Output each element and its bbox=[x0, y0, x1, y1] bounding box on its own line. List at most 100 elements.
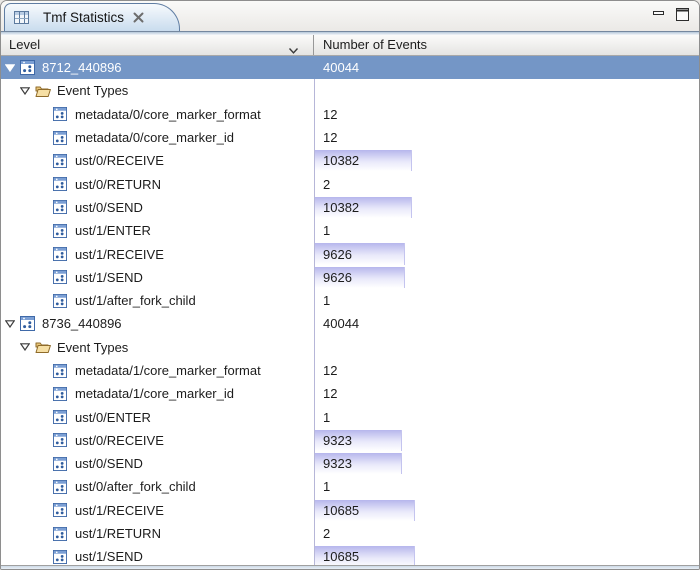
tree-row[interactable]: 8736_440896 40044 bbox=[1, 312, 699, 335]
minimize-view-button[interactable] bbox=[651, 7, 667, 23]
row-label: ust/1/RETURN bbox=[75, 526, 161, 541]
tree-row[interactable]: ust/0/SEND9323 bbox=[1, 452, 699, 475]
tree-row[interactable]: ust/1/RECEIVE 9626 bbox=[1, 242, 699, 265]
row-label: ust/1/SEND bbox=[75, 549, 143, 564]
level-cell: ust/1/RETURN bbox=[1, 522, 314, 545]
level-cell: Event Types bbox=[1, 336, 314, 359]
row-value: 10685 bbox=[315, 503, 359, 518]
row-label: ust/1/RECEIVE bbox=[75, 503, 164, 518]
folder-open-icon bbox=[35, 340, 51, 355]
event-type-icon bbox=[53, 270, 69, 285]
level-cell: ust/0/RETURN bbox=[1, 172, 314, 195]
row-value: 10382 bbox=[315, 200, 359, 215]
tree-indent bbox=[1, 254, 38, 255]
row-value: 1 bbox=[315, 410, 330, 425]
tree-row[interactable]: ust/1/ENTER1 bbox=[1, 219, 699, 242]
tree-row[interactable]: ust/1/RETURN 2 bbox=[1, 522, 699, 545]
value-cell: 40044 bbox=[314, 56, 699, 79]
row-label: ust/1/RECEIVE bbox=[75, 247, 164, 262]
tree-row[interactable]: metadata/1/core_marker_format12 bbox=[1, 359, 699, 382]
row-label: ust/0/SEND bbox=[75, 200, 143, 215]
row-label: Event Types bbox=[57, 83, 128, 98]
chevron-down-icon[interactable] bbox=[288, 41, 299, 61]
row-label: ust/0/ENTER bbox=[75, 410, 151, 425]
trace-icon bbox=[20, 60, 36, 75]
tree-row[interactable]: ust/0/RETURN2 bbox=[1, 172, 699, 195]
level-cell: ust/1/RECEIVE bbox=[1, 242, 314, 265]
trace-icon bbox=[20, 316, 36, 331]
level-cell: ust/0/SEND bbox=[1, 196, 314, 219]
row-label: Event Types bbox=[57, 340, 128, 355]
row-value: 2 bbox=[315, 526, 330, 541]
value-cell: 1 bbox=[314, 405, 699, 428]
expander-icon[interactable] bbox=[20, 343, 35, 351]
value-cell: 1 bbox=[314, 219, 699, 242]
level-cell: ust/0/after_fork_child bbox=[1, 475, 314, 498]
event-type-icon bbox=[53, 247, 69, 262]
row-value: 9626 bbox=[315, 247, 352, 262]
row-value: 2 bbox=[315, 177, 330, 192]
value-cell: 2 bbox=[314, 172, 699, 195]
row-value: 9323 bbox=[315, 456, 352, 471]
tree-indent bbox=[1, 417, 38, 418]
minimize-icon bbox=[653, 8, 665, 22]
tree-row[interactable]: ust/0/after_fork_child1 bbox=[1, 475, 699, 498]
event-type-icon bbox=[53, 526, 69, 541]
close-icon[interactable] bbox=[133, 12, 144, 23]
value-cell: 10382 bbox=[314, 196, 699, 219]
row-label: metadata/0/core_marker_format bbox=[75, 107, 261, 122]
maximize-view-button[interactable] bbox=[675, 7, 691, 23]
level-cell: ust/0/RECEIVE bbox=[1, 149, 314, 172]
expander-icon[interactable] bbox=[5, 320, 20, 328]
tree-row[interactable]: ust/0/SEND 10382 bbox=[1, 196, 699, 219]
row-label: ust/0/after_fork_child bbox=[75, 479, 196, 494]
value-cell: 10685 bbox=[314, 499, 699, 522]
tree-row[interactable]: metadata/1/core_marker_id12 bbox=[1, 382, 699, 405]
expander-icon[interactable] bbox=[20, 87, 35, 95]
value-cell: 2 bbox=[314, 522, 699, 545]
value-cell: 10685 bbox=[314, 545, 699, 565]
tree-row[interactable]: ust/1/SEND9626 bbox=[1, 266, 699, 289]
event-type-icon bbox=[53, 223, 69, 238]
tree-indent bbox=[1, 533, 38, 534]
tab-tmf-statistics[interactable]: Tmf Statistics bbox=[4, 3, 180, 31]
row-value: 9626 bbox=[315, 270, 352, 285]
tree-row[interactable]: ust/0/ENTER 1 bbox=[1, 405, 699, 428]
tree-indent bbox=[1, 160, 38, 161]
tree-row[interactable]: Event Types bbox=[1, 336, 699, 359]
value-cell: 10382 bbox=[314, 149, 699, 172]
row-value: 12 bbox=[315, 107, 337, 122]
value-cell: 9323 bbox=[314, 429, 699, 452]
tree-row[interactable]: metadata/0/core_marker_id12 bbox=[1, 126, 699, 149]
row-value: 1 bbox=[315, 223, 330, 238]
column-header-level[interactable]: Level bbox=[1, 35, 314, 55]
row-value: 12 bbox=[315, 130, 337, 145]
statistics-view-icon bbox=[14, 10, 30, 25]
column-header-number-of-events[interactable]: Number of Events bbox=[314, 35, 699, 55]
tree-row[interactable]: ust/0/RECEIVE10382 bbox=[1, 149, 699, 172]
tree-indent bbox=[1, 370, 38, 371]
row-value: 10685 bbox=[315, 549, 359, 564]
event-type-icon bbox=[53, 433, 69, 448]
value-cell: 1 bbox=[314, 289, 699, 312]
tree-row[interactable]: ust/1/RECEIVE 10685 bbox=[1, 499, 699, 522]
tree-row[interactable]: ust/0/RECEIVE9323 bbox=[1, 429, 699, 452]
tree-row[interactable]: metadata/0/core_marker_format 12 bbox=[1, 103, 699, 126]
value-cell: 40044 bbox=[314, 312, 699, 335]
tree-row[interactable]: ust/1/after_fork_child1 bbox=[1, 289, 699, 312]
expander-icon[interactable] bbox=[5, 64, 20, 72]
level-cell: ust/1/RECEIVE bbox=[1, 499, 314, 522]
row-value: 12 bbox=[315, 363, 337, 378]
tree-row[interactable]: ust/1/SEND 10685 bbox=[1, 545, 699, 565]
tree-row[interactable]: Event Types bbox=[1, 79, 699, 102]
event-type-icon bbox=[53, 549, 69, 564]
level-cell: 8736_440896 bbox=[1, 312, 314, 335]
tree-row[interactable]: 8712_44089640044 bbox=[1, 56, 699, 79]
tree-indent bbox=[1, 230, 38, 231]
event-type-icon bbox=[53, 503, 69, 518]
level-cell: ust/0/SEND bbox=[1, 452, 314, 475]
folder-open-icon bbox=[35, 83, 51, 98]
row-label: 8736_440896 bbox=[42, 316, 122, 331]
tree-indent bbox=[1, 393, 38, 394]
value-cell: 12 bbox=[314, 126, 699, 149]
